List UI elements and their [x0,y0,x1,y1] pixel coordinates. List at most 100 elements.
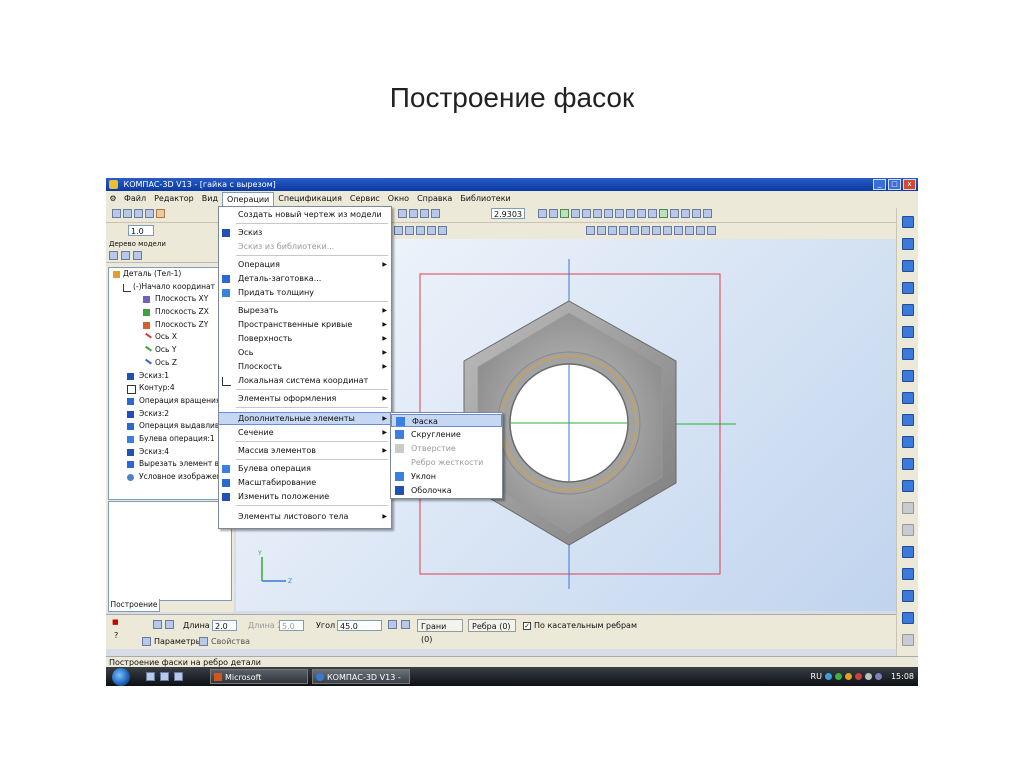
filters-icon[interactable] [902,326,914,338]
tree-item-contour[interactable]: Контур:4 [109,382,222,395]
revolve-op-icon[interactable] [902,436,914,448]
menu-libraries[interactable]: Библиотеки [456,191,514,206]
sheet-metal-icon[interactable] [902,392,914,404]
snap-icon[interactable] [626,209,635,218]
menu-item-boolean[interactable]: Булева операция [219,463,391,475]
stop-icon[interactable]: ■ [112,618,119,626]
shaded-icon[interactable] [582,209,591,218]
tangent-checkbox[interactable]: ✓ [523,622,531,630]
tree-item-axis-z[interactable]: Ось Z [109,357,222,370]
menu-window[interactable]: Окно [384,191,413,206]
curve-8-icon[interactable] [663,226,672,235]
tree-item-axis-x[interactable]: Ось X [109,331,222,345]
fillet-op-icon[interactable] [902,546,914,558]
curve-5-icon[interactable] [630,226,639,235]
show-desktop-icon[interactable] [146,672,155,681]
ie-icon[interactable] [174,672,183,681]
curve-7-icon[interactable] [652,226,661,235]
sketch-snap-icon[interactable] [438,226,447,235]
faces-button[interactable]: Грани (0) [417,619,463,644]
new-file-icon[interactable] [112,209,121,218]
scale-input[interactable]: 1.0 [128,225,154,236]
submenu-item-draft[interactable]: Уклон [391,470,502,483]
menu-specification[interactable]: Спецификация [274,191,346,206]
taskbar-powerpoint[interactable]: Microsoft PowerPoi... [210,669,308,684]
menu-item-sheet-metal[interactable]: Элементы листового тела ▶ [219,511,391,523]
draft-op-icon[interactable] [902,634,914,646]
update-icon[interactable] [854,673,862,680]
tree-item-origin[interactable]: (-)Начало координат [109,281,222,294]
angle-field[interactable]: 45.0 [337,620,382,631]
measure-icon[interactable] [637,209,646,218]
curve-1-icon[interactable] [586,226,595,235]
tree-item-sketch1[interactable]: Эскиз:1 [109,370,222,383]
minimize-button[interactable]: _ [873,179,886,190]
explorer-icon[interactable] [160,672,169,681]
zoom-window-icon[interactable] [420,209,429,218]
tab-parameters[interactable]: Параметры [154,636,202,647]
edges-button[interactable]: Ребра (0) [468,619,516,632]
library-icon[interactable] [659,209,668,218]
menu-item-new-drawing[interactable]: Создать новый чертеж из модели [219,209,391,221]
menu-item-cut[interactable]: Вырезать ▶ [219,305,391,317]
hidden-lines-icon[interactable] [571,209,580,218]
help-icon[interactable] [398,209,407,218]
curve-9-icon[interactable] [674,226,683,235]
taskbar-kompas[interactable]: КОМПАС-3D V13 - ... [312,669,410,684]
menu-edit[interactable]: Редактор [150,191,198,206]
menu-item-change-position[interactable]: Изменить положение [219,491,391,503]
menu-view[interactable]: Вид [198,191,222,206]
snap-point-icon[interactable] [427,226,436,235]
power-icon[interactable] [874,673,882,680]
constraint-icon[interactable] [703,209,712,218]
menu-item-operation[interactable]: Операция ▶ [219,259,391,271]
menu-item-axis[interactable]: Ось ▶ [219,347,391,359]
tree-item-sketch4[interactable]: Эскиз:4 [109,446,222,459]
maximize-button[interactable]: □ [888,179,901,190]
loft-op-icon[interactable] [902,480,914,492]
measure-right-icon[interactable] [902,370,914,382]
curve-12-icon[interactable] [707,226,716,235]
cut-revolve-icon[interactable] [902,524,914,536]
zoom-in-icon[interactable] [409,209,418,218]
angle-icon[interactable] [692,209,701,218]
rotate-icon[interactable] [549,209,558,218]
print-icon[interactable] [145,209,154,218]
zoom-icon[interactable] [431,209,440,218]
surfaces-icon[interactable] [902,260,914,272]
cut-icon[interactable] [156,209,165,218]
menu-service[interactable]: Сервис [346,191,384,206]
tree-item-extrude[interactable]: Операция выдавлив [109,420,222,433]
antivirus-icon[interactable] [844,673,852,680]
menu-item-blank-part[interactable]: Деталь-заготовка... [219,273,391,285]
curve-10-icon[interactable] [685,226,694,235]
shaded-edges-icon[interactable] [593,209,602,218]
curve-4-icon[interactable] [619,226,628,235]
menu-item-plane[interactable]: Плоскость ▶ [219,361,391,373]
align-icon[interactable] [416,226,425,235]
menu-item-local-cs[interactable]: Локальная система координат [219,375,391,387]
reverse-direction-icon[interactable] [165,620,174,629]
chamfer-type2-icon[interactable] [401,620,410,629]
shell-op-icon[interactable] [902,612,914,624]
submenu-item-fillet[interactable]: Скругление [391,428,502,441]
menu-item-surface[interactable]: Поверхность ▶ [219,333,391,345]
menu-item-thicken[interactable]: Придать толщину [219,287,391,299]
chamfer-type-icon[interactable] [388,620,397,629]
menu-item-scale[interactable]: Масштабирование [219,477,391,489]
edit-mode-icon[interactable] [902,216,914,228]
tree-filter-icon[interactable] [121,251,130,260]
tree-item-thread[interactable]: Условное изображени [109,471,222,484]
tree-item-plane-zy[interactable]: Плоскость ZY [109,319,222,332]
pan-icon[interactable] [538,209,547,218]
menu-item-additional-elements[interactable]: Дополнительные элементы ▶ [219,412,391,425]
tree-item-sketch2[interactable]: Эскиз:2 [109,408,222,421]
spec-icon[interactable] [902,348,914,360]
menu-item-array[interactable]: Массив элементов ▶ [219,445,391,457]
menu-item-section[interactable]: Сечение ▶ [219,427,391,439]
tree-item-boolean[interactable]: Булева операция:1 [109,433,222,446]
length1-field[interactable]: 2.0 [212,620,237,631]
tree-item-plane-xy[interactable]: Плоскость XY [109,293,222,306]
menu-item-space-curves[interactable]: Пространственные кривые ▶ [219,319,391,331]
point-icon[interactable] [394,226,403,235]
